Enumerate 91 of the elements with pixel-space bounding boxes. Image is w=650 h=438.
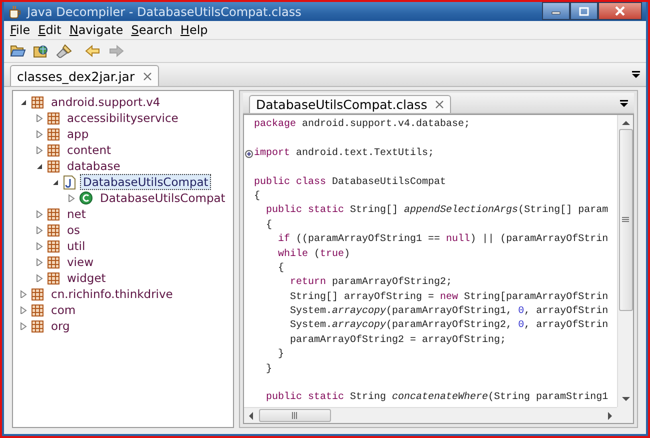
code-line: { bbox=[254, 190, 260, 202]
expand-fold-icon[interactable] bbox=[245, 150, 253, 158]
close-icon bbox=[614, 6, 626, 16]
tree-item[interactable]: cn.richinfo.thinkdrive bbox=[48, 286, 176, 302]
minimize-button[interactable] bbox=[542, 2, 570, 20]
collapsed-arrow-icon[interactable] bbox=[35, 274, 43, 282]
collapsed-arrow-icon[interactable] bbox=[35, 242, 43, 250]
tree-item[interactable]: content bbox=[64, 142, 114, 158]
tree-item[interactable]: DatabaseUtilsCompat bbox=[97, 190, 228, 206]
expanded-arrow-icon[interactable] bbox=[19, 98, 27, 106]
code-line: public static String concatenateWhere(String paramString1 bbox=[265, 392, 608, 404]
package-icon bbox=[31, 288, 44, 300]
menu-item[interactable]: Navigate bbox=[65, 23, 128, 37]
tree-item[interactable]: org bbox=[48, 318, 73, 334]
collapsed-arrow-icon[interactable] bbox=[35, 130, 43, 138]
tree-item[interactable]: app bbox=[64, 126, 92, 142]
code-line: return paramArrayOfString2; bbox=[289, 277, 452, 288]
package-icon bbox=[31, 320, 44, 332]
tab[interactable]: classes_dex2jar.jar bbox=[10, 65, 159, 86]
menu-item[interactable]: File bbox=[6, 23, 34, 37]
package-icon bbox=[47, 112, 60, 124]
code-line: System.arraycopy(paramArrayOfString2, 0, arrayOfStrin bbox=[289, 320, 608, 332]
class-icon bbox=[79, 191, 93, 205]
code-line: { bbox=[265, 220, 272, 231]
java-file-icon bbox=[63, 174, 76, 190]
package-icon bbox=[47, 272, 60, 284]
code-line: public class DatabaseUtilsCompat bbox=[254, 176, 446, 188]
collapsed-arrow-icon[interactable] bbox=[19, 290, 27, 298]
package-icon bbox=[47, 224, 60, 236]
window-title: Java Decompiler - DatabaseUtilsCompat.class bbox=[27, 4, 302, 18]
package-icon bbox=[31, 96, 44, 108]
scroll-down-icon[interactable] bbox=[622, 395, 630, 403]
code-line: } bbox=[265, 364, 272, 375]
dropdown-icon[interactable] bbox=[632, 71, 640, 78]
collapsed-arrow-icon[interactable] bbox=[35, 226, 43, 234]
maximize-icon bbox=[579, 6, 589, 16]
maximize-button[interactable] bbox=[570, 2, 598, 20]
tree-item[interactable]: accessibilityservice bbox=[64, 110, 182, 126]
tree-item[interactable]: util bbox=[64, 238, 88, 254]
horizontal-scrollbar-thumb[interactable] bbox=[259, 409, 331, 422]
package-icon bbox=[47, 128, 60, 140]
tree-item[interactable]: com bbox=[48, 302, 79, 318]
code-line: System.arraycopy(paramArrayOfString1, 0, arrayOfStrin bbox=[289, 306, 608, 318]
tree-item[interactable]: database bbox=[64, 158, 124, 174]
scroll-up-icon[interactable] bbox=[622, 119, 630, 127]
collapsed-arrow-icon[interactable] bbox=[35, 114, 43, 122]
package-icon bbox=[47, 160, 60, 172]
collapsed-arrow-icon[interactable] bbox=[35, 210, 43, 218]
code-line: if ((paramArrayOfString1 == null) || (paramArrayOfStrin bbox=[277, 234, 608, 246]
tree-item[interactable]: widget bbox=[64, 270, 109, 286]
left-arrow-icon[interactable] bbox=[85, 44, 101, 58]
tree-item[interactable]: net bbox=[64, 206, 89, 222]
close-icon[interactable] bbox=[435, 100, 444, 109]
code-line: { bbox=[277, 262, 284, 274]
menu-item[interactable]: Help bbox=[176, 23, 212, 37]
collapsed-arrow-icon[interactable] bbox=[19, 306, 27, 314]
collapsed-arrow-icon[interactable] bbox=[19, 322, 27, 330]
app-icon bbox=[8, 4, 22, 18]
package-icon bbox=[47, 208, 60, 220]
close-icon[interactable] bbox=[142, 72, 152, 80]
package-icon bbox=[31, 304, 44, 316]
code-line: import android.text.TextUtils; bbox=[254, 148, 434, 159]
expanded-arrow-icon[interactable] bbox=[51, 178, 59, 186]
collapsed-arrow-icon[interactable] bbox=[67, 194, 75, 202]
folder-globe-icon[interactable] bbox=[33, 44, 49, 58]
collapsed-arrow-icon[interactable] bbox=[35, 146, 43, 154]
code-line: } bbox=[277, 349, 284, 360]
close-button[interactable] bbox=[598, 2, 642, 20]
dropdown-icon[interactable] bbox=[620, 100, 628, 106]
package-icon bbox=[47, 240, 60, 252]
scroll-left-icon[interactable] bbox=[247, 412, 255, 420]
menu-item[interactable]: Search bbox=[127, 23, 176, 37]
code-line: String[] arrayOfString = new String[paramArrayOfStrin bbox=[289, 292, 608, 303]
menu-item[interactable]: Edit bbox=[34, 23, 66, 37]
tree-item[interactable]: view bbox=[64, 254, 96, 270]
package-icon bbox=[47, 144, 60, 156]
scroll-right-icon[interactable] bbox=[606, 412, 614, 420]
vertical-scrollbar-thumb[interactable] bbox=[618, 129, 632, 311]
tree-item[interactable]: os bbox=[64, 222, 84, 238]
flashlight-icon[interactable] bbox=[56, 44, 72, 58]
package-icon bbox=[47, 256, 60, 268]
tree-item[interactable]: DatabaseUtilsCompat bbox=[80, 174, 212, 190]
code-line: package android.support.v4.database; bbox=[254, 119, 470, 130]
tree-item[interactable]: android.support.v4 bbox=[48, 94, 164, 110]
expanded-arrow-icon[interactable] bbox=[35, 162, 43, 170]
code-line: while (true) bbox=[277, 248, 350, 260]
open-folder-icon[interactable] bbox=[10, 44, 26, 58]
code-line: public static String[] appendSelectionArgs(String[] param bbox=[265, 205, 608, 216]
tab[interactable]: DatabaseUtilsCompat.class bbox=[249, 95, 452, 113]
collapsed-arrow-icon[interactable] bbox=[35, 258, 43, 266]
code-line: paramArrayOfString2 = arrayOfString; bbox=[289, 334, 506, 346]
